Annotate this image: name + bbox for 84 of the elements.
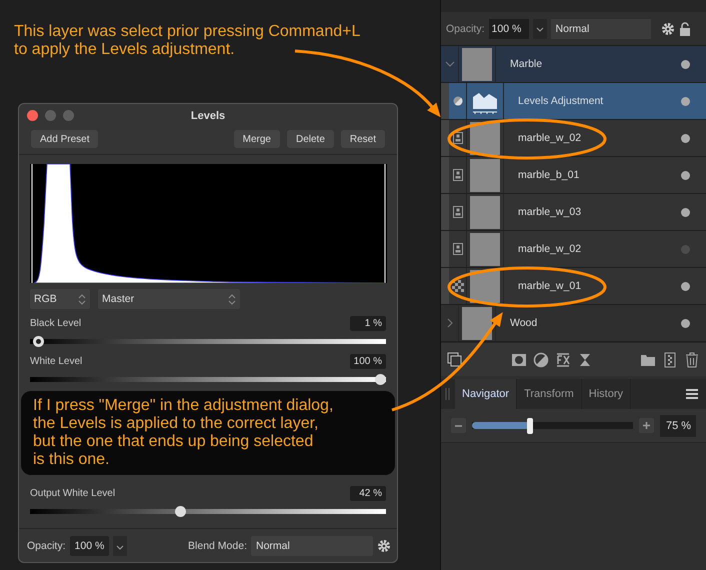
annotation-text: This layer was select prior pressing Command+L to apply the Levels adjustment. bbox=[14, 23, 360, 59]
layer-row[interactable]: marble_b_01 bbox=[441, 157, 706, 194]
visibility-dot[interactable] bbox=[681, 134, 690, 142]
layer-name: marble_w_03 bbox=[518, 206, 582, 218]
slider-thumb[interactable] bbox=[33, 336, 44, 347]
chevron-icon[interactable] bbox=[532, 18, 547, 38]
menu-icon[interactable] bbox=[686, 388, 698, 400]
value-field[interactable]: 1 % bbox=[350, 316, 386, 330]
photo-placeholder bbox=[470, 232, 500, 266]
layer-row[interactable]: Levels Adjustment bbox=[441, 83, 706, 120]
annotation-text: If I press "Merge" in the adjustment dialog, the Levels is applied to the correct layer, but the one that ends up being selected is this one. bbox=[33, 397, 334, 469]
layer-name: marble_w_02 bbox=[518, 243, 582, 255]
value-field[interactable]: 100 % bbox=[350, 354, 386, 368]
visibility-dot[interactable] bbox=[681, 208, 690, 216]
mode-select[interactable]: Master bbox=[98, 289, 240, 309]
settings-icon[interactable] bbox=[660, 22, 675, 36]
blend-mode-select[interactable]: Normal bbox=[251, 536, 373, 556]
dialog-button[interactable]: Merge bbox=[234, 130, 280, 148]
layer-row[interactable]: marble_w_03 bbox=[441, 194, 706, 231]
layer-row[interactable]: Marble bbox=[441, 46, 706, 83]
trash-icon[interactable] bbox=[684, 352, 700, 368]
layer-row[interactable]: marble_w_01 bbox=[441, 268, 706, 305]
photo-placeholder bbox=[470, 196, 500, 228]
close-button[interactable] bbox=[27, 110, 38, 121]
chevron-right-icon[interactable] bbox=[446, 318, 452, 328]
photo-placeholder bbox=[462, 306, 492, 340]
blend-mode-label: Blend Mode: bbox=[188, 540, 247, 552]
mask-icon[interactable] bbox=[510, 352, 526, 368]
layer-row[interactable]: marble_w_02 bbox=[441, 120, 706, 157]
photo-placeholder bbox=[470, 158, 500, 192]
pixel-layer-icon bbox=[452, 169, 462, 181]
opacity-field[interactable]: 100 % bbox=[488, 18, 529, 38]
stepper-icon bbox=[228, 294, 236, 304]
slider-label: White Level bbox=[30, 356, 82, 366]
dialog-title: Levels bbox=[190, 110, 226, 122]
slider-track[interactable] bbox=[30, 374, 386, 385]
visibility-dot[interactable] bbox=[681, 60, 690, 68]
dialog-button[interactable]: Add Preset bbox=[31, 130, 98, 148]
value-field[interactable]: 42 % bbox=[350, 486, 386, 500]
effects-icon[interactable] bbox=[554, 352, 570, 368]
visibility-dot[interactable] bbox=[681, 244, 690, 254]
checkerboard-icon bbox=[452, 280, 464, 292]
layer-name: Wood bbox=[510, 317, 538, 329]
pixel-layer-icon bbox=[452, 206, 462, 218]
stepper-icon bbox=[78, 294, 86, 304]
slider-label: Output White Level bbox=[30, 488, 116, 498]
slider-label: Black Level bbox=[30, 318, 82, 328]
visibility-dot[interactable] bbox=[681, 318, 690, 328]
layer-row[interactable]: marble_w_02 bbox=[441, 231, 706, 268]
visibility-dot[interactable] bbox=[681, 170, 690, 180]
layer-name: marble_w_01 bbox=[518, 280, 582, 292]
blend-mode-select[interactable]: Normal bbox=[550, 18, 651, 38]
layers-icon[interactable] bbox=[447, 352, 463, 368]
adjustment-icon bbox=[452, 96, 462, 106]
photo-placeholder bbox=[462, 48, 492, 80]
slider-thumb[interactable] bbox=[174, 506, 186, 517]
channel-select[interactable]: RGB bbox=[30, 289, 90, 309]
layer-name: Marble bbox=[510, 58, 542, 70]
opacity-label: Opacity: bbox=[27, 540, 66, 552]
checkerboard-icon[interactable] bbox=[662, 352, 678, 368]
slider-thumb[interactable] bbox=[526, 418, 533, 434]
layer-name: Levels Adjustment bbox=[518, 95, 604, 107]
settings-icon[interactable] bbox=[377, 538, 391, 552]
opacity-label: Opacity: bbox=[446, 22, 485, 34]
slider-thumb[interactable] bbox=[375, 374, 386, 385]
layer-name: marble_w_02 bbox=[518, 132, 582, 144]
panel-tab[interactable]: Navigator bbox=[455, 379, 518, 409]
plus-icon bbox=[642, 421, 651, 430]
zoom-field[interactable]: 75 % bbox=[660, 414, 696, 436]
visibility-dot[interactable] bbox=[681, 282, 690, 290]
dialog-button[interactable]: Reset bbox=[340, 130, 385, 148]
layer-row[interactable]: Wood bbox=[441, 305, 706, 342]
chevron-icon[interactable] bbox=[113, 536, 128, 556]
adjustment-icon[interactable] bbox=[532, 352, 548, 368]
chevron-down-icon[interactable] bbox=[444, 61, 454, 67]
visibility-dot[interactable] bbox=[681, 96, 690, 106]
opacity-field[interactable]: 100 % bbox=[70, 536, 110, 556]
lock-icon[interactable] bbox=[678, 22, 691, 36]
zoom-out-button[interactable] bbox=[451, 418, 466, 433]
pixel-layer-icon bbox=[452, 132, 462, 144]
zoom-in-button[interactable] bbox=[639, 418, 654, 433]
layer-name: marble_b_01 bbox=[518, 169, 580, 181]
dialog-button[interactable]: Delete bbox=[286, 130, 334, 148]
pixel-layer-icon bbox=[452, 243, 462, 255]
